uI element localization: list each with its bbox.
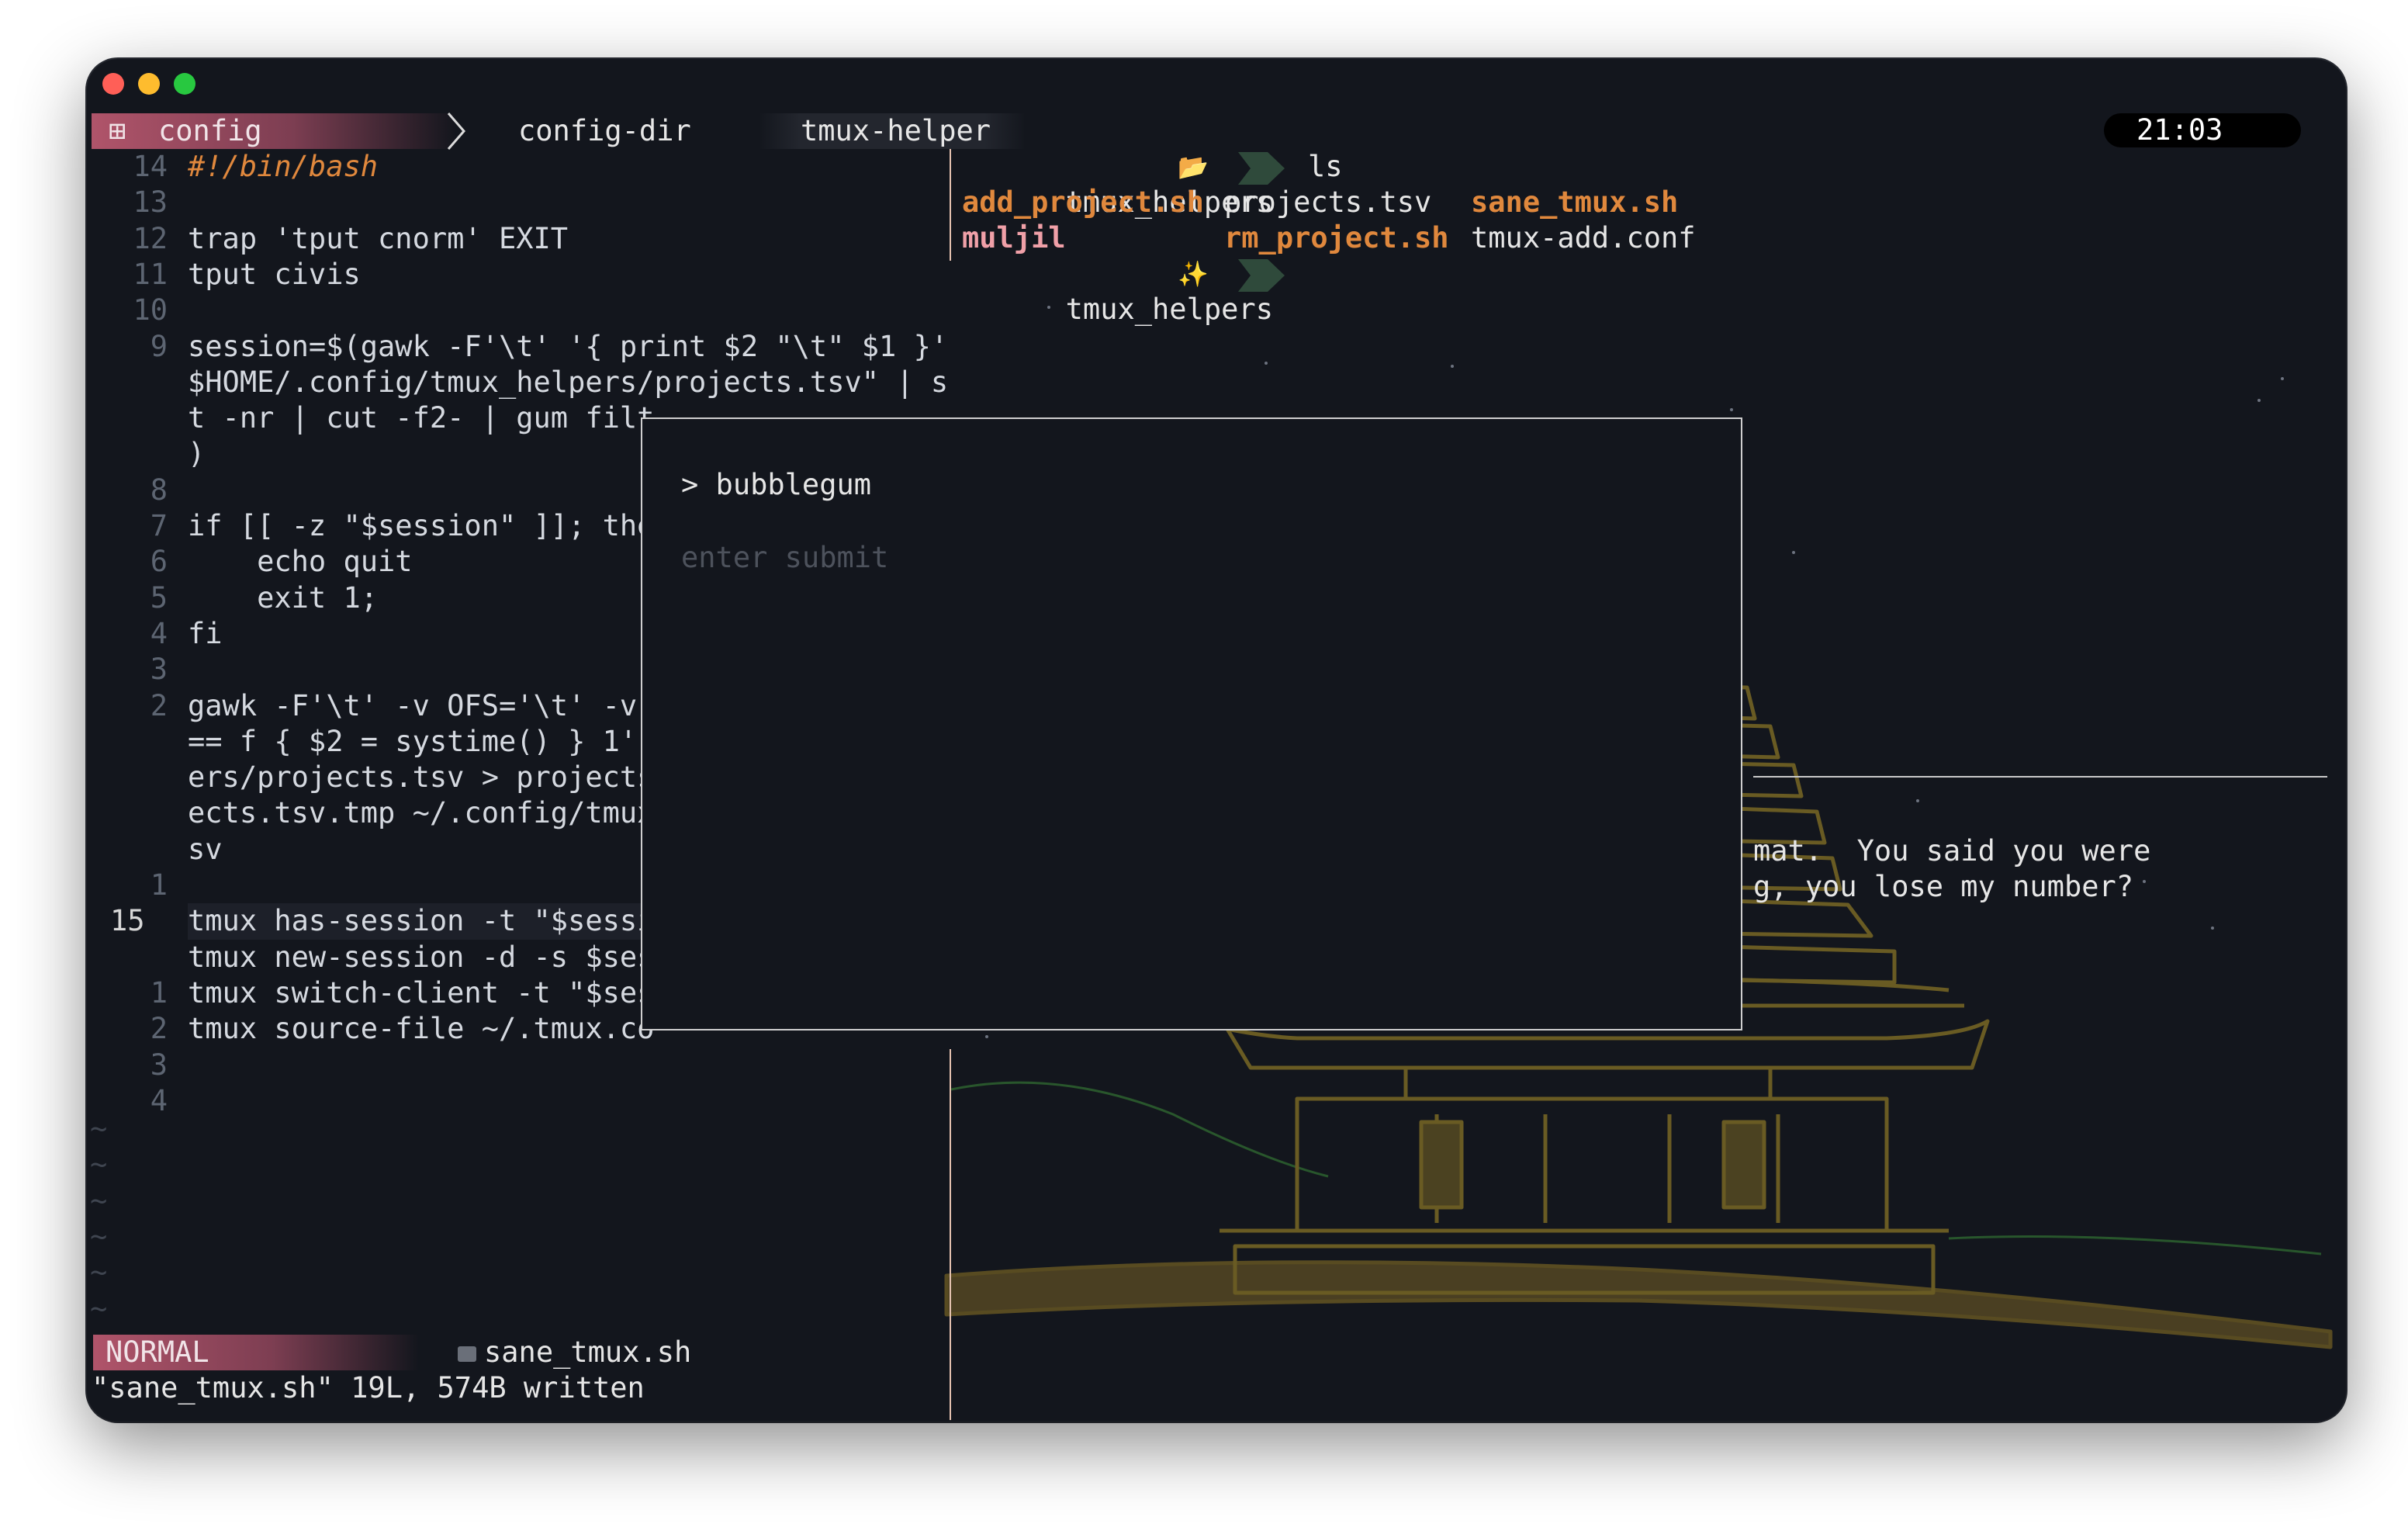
code-line[interactable]: == f { $2 = systime() } 1' [188,724,637,760]
code-line[interactable]: $HOME/.config/tmux_helpers/projects.tsv"… [188,365,946,400]
line-number: 1 [150,975,168,1010]
terminal-window: ⊞ config config-dir tmux-helper 21:03 14… [87,59,2346,1422]
shell-pane[interactable]: tmux_helpers 📂 ls add_project.sh project… [962,149,1696,328]
tab-tmux-helper[interactable]: tmux-helper [760,113,1024,149]
code-line[interactable]: exit 1; [188,580,378,616]
empty-line-marker: ~ [90,1183,108,1217]
prompt-cwd: tmux_helpers [1065,293,1273,327]
code-line[interactable]: ers/projects.tsv > projects [188,760,654,795]
filter-input[interactable]: > bubblegum [681,467,871,503]
line-number: 15 [110,904,145,938]
maximize-button[interactable] [174,73,195,95]
session-name: config [158,114,262,147]
mode-indicator: NORMAL [93,1335,419,1370]
ls-entry: rm_project.sh [1224,221,1449,255]
code-line[interactable]: session=$(gawk -F'\t' '{ print $2 "\t" $… [188,329,946,365]
ls-entry: sane_tmux.sh [1471,185,1679,219]
line-number: 7 [150,509,168,542]
tmux-status-bar: ⊞ config config-dir tmux-helper 21:03 [87,113,2346,150]
code-line[interactable]: fi [188,616,223,652]
empty-line-marker: ~ [90,1291,108,1325]
prompt-line: tmux_helpers 📂 ls [962,149,1893,219]
line-number: 11 [133,257,168,291]
line-number: 4 [150,1083,168,1117]
prompt-arrow-icon [1238,259,1285,292]
tab-label: tmux-helper [801,114,991,147]
empty-line-marker: ~ [90,1220,108,1253]
line-number: 9 [150,329,168,363]
pane-divider-top[interactable] [950,149,951,261]
prompt-line-2: tmux_helpers ✨ [962,256,1893,326]
code-line[interactable]: t -nr | cut -f2- | gum filt [188,400,654,436]
code-line[interactable]: tmux switch-client -t "$ses [188,975,654,1011]
code-line[interactable]: ects.tsv.tmp ~/.config/tmux [188,795,654,831]
empty-line-marker: ~ [90,1256,108,1290]
code-line[interactable]: gawk -F'\t' -v OFS='\t' -v [188,688,637,724]
folder-icon: 📂 [1178,152,1209,182]
ls-entry: projects.tsv [1224,185,1432,219]
code-line[interactable]: tmux new-session -d -s $ses [188,940,654,975]
line-number: 1 [150,868,168,902]
pane-divider-bottom[interactable] [950,1049,951,1420]
keybind-hint: enter submit [681,541,889,574]
terminal-file-icon [458,1346,476,1362]
command-line-message: "sane_tmux.sh" 19L, 574B written [92,1371,645,1405]
pane-divider-horizontal[interactable] [1753,776,2327,778]
statusline-filename: sane_tmux.sh [458,1335,691,1370]
empty-line-marker: ~ [90,1112,108,1146]
line-number: 8 [150,473,168,507]
line-number: 3 [150,1048,168,1082]
prompt-arrow-icon [1238,152,1285,185]
chevron-right-icon [447,113,465,150]
line-number: 13 [133,185,168,220]
tmux-session-tab[interactable]: ⊞ config [92,113,456,149]
line-number: 6 [150,545,168,579]
code-line[interactable]: tmux source-file ~/.tmux.co [188,1011,654,1047]
code-line[interactable]: ) [188,436,205,472]
line-number: 5 [150,580,168,615]
close-button[interactable] [102,73,124,95]
empty-line-marker: ~ [90,1148,108,1182]
ls-entry: muljil [962,221,1066,255]
code-line[interactable]: trap 'tput cnorm' EXIT [188,221,568,257]
line-number: 14 [133,150,168,183]
line-number: 10 [133,293,168,327]
window-layout-icon: ⊞ [109,114,126,147]
clock-time: 21:03 [2136,113,2223,147]
line-number: 12 [133,221,168,255]
minimize-button[interactable] [138,73,160,95]
line-number: 3 [150,653,168,687]
mode-label: NORMAL [106,1335,209,1369]
code-line[interactable]: tmux has-session -t "$sessi [188,903,655,940]
tab-config-dir[interactable]: config-dir [518,113,691,149]
right-pane-text-line: g, you lose my number? [1753,870,2134,903]
code-line[interactable]: sv [188,832,223,868]
gum-filter-popup[interactable]: > bubblegum enter submit [641,417,1742,1030]
filename-label: sane_tmux.sh [484,1335,692,1369]
right-pane-text-line: mat. You said you were [1753,834,2151,868]
code-line[interactable]: tput civis [188,257,361,293]
line-number: 2 [150,1012,168,1046]
sparkles-icon: ✨ [1178,259,1209,289]
ls-entry: add_project.sh [962,185,1204,219]
code-line[interactable]: echo quit [188,544,413,580]
code-line[interactable]: #!/bin/bash [188,149,378,185]
clock-pill: 21:03 [2104,113,2301,147]
ls-entry: tmux-add.conf [1471,221,1696,255]
line-number: 2 [150,688,168,722]
line-number: 4 [150,616,168,650]
prompt-command: ls [1308,150,1343,183]
code-line[interactable]: if [[ -z "$session" ]]; the [188,508,654,544]
